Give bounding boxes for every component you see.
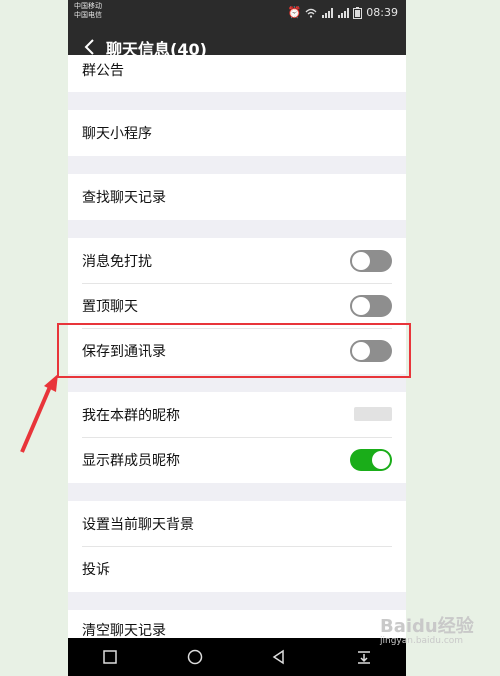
triangle-back-icon <box>272 649 284 665</box>
row-label: 设置当前聊天背景 <box>82 517 194 533</box>
row-label: 清空聊天记录 <box>82 623 166 639</box>
carrier-info: 中国移动 中国电信 <box>74 2 102 20</box>
circle-icon <box>187 649 202 665</box>
carrier-2: 中国电信 <box>74 11 102 19</box>
recents-button[interactable] <box>96 643 124 671</box>
row-label: 投诉 <box>82 562 110 578</box>
nickname-value-blurred <box>354 407 392 421</box>
status-time: 08:39 <box>366 6 398 19</box>
row-my-nickname[interactable]: 我在本群的昵称 <box>68 392 406 437</box>
settings-group: 设置当前聊天背景 投诉 <box>68 501 406 592</box>
row-report[interactable]: 投诉 <box>68 546 406 591</box>
status-icons: ⏰ 08:39 <box>288 6 398 19</box>
row-label: 查找聊天记录 <box>82 190 166 206</box>
settings-group: 我在本群的昵称 显示群成员昵称 <box>68 392 406 483</box>
pin-toggle[interactable] <box>350 295 392 317</box>
home-button[interactable] <box>181 643 209 671</box>
toggle-knob <box>352 297 370 315</box>
toggle-knob <box>372 451 390 469</box>
settings-group: 聊天小程序 <box>68 110 406 156</box>
wifi-icon <box>305 8 317 18</box>
row-label: 群公告 <box>82 63 124 79</box>
row-chat-background[interactable]: 设置当前聊天背景 <box>68 501 406 546</box>
square-icon <box>103 650 117 664</box>
signal-icon-2 <box>338 7 350 18</box>
settings-group: 群公告 <box>68 55 406 92</box>
alarm-icon: ⏰ <box>287 6 302 19</box>
show-nicknames-toggle[interactable] <box>350 449 392 471</box>
battery-icon <box>353 6 363 19</box>
pulldown-icon <box>357 651 370 664</box>
highlight-box <box>57 323 411 378</box>
row-label: 聊天小程序 <box>82 126 152 142</box>
row-group-notice[interactable]: 群公告 <box>68 47 406 92</box>
row-search-history[interactable]: 查找聊天记录 <box>68 174 406 219</box>
row-mute-notifications[interactable]: 消息免打扰 <box>68 238 406 283</box>
row-label: 置顶聊天 <box>82 299 138 315</box>
notification-pulldown-button[interactable] <box>350 643 378 671</box>
status-bar: 中国移动 中国电信 ⏰ 08:39 <box>68 0 406 25</box>
pointer-arrow-icon <box>20 374 58 453</box>
settings-group: 清空聊天记录 <box>68 610 406 639</box>
signal-icon <box>322 7 334 18</box>
watermark: Baidu经验 jingyan.baidu.com <box>380 612 474 646</box>
carrier-1: 中国移动 <box>74 2 102 10</box>
settings-group: 查找聊天记录 <box>68 174 406 220</box>
watermark-brand: Baidu经验 <box>380 616 474 637</box>
row-label: 显示群成员昵称 <box>82 453 180 469</box>
row-mini-programs[interactable]: 聊天小程序 <box>68 110 406 155</box>
android-nav-bar <box>68 638 406 676</box>
row-pin-chat[interactable]: 置顶聊天 <box>68 283 406 328</box>
toggle-knob <box>352 252 370 270</box>
row-show-member-nicknames[interactable]: 显示群成员昵称 <box>68 437 406 482</box>
row-label: 消息免打扰 <box>82 254 152 270</box>
mute-toggle[interactable] <box>350 250 392 272</box>
row-label: 我在本群的昵称 <box>82 408 180 424</box>
watermark-domain: jingyan.baidu.com <box>380 636 464 646</box>
back-button[interactable] <box>265 643 293 671</box>
